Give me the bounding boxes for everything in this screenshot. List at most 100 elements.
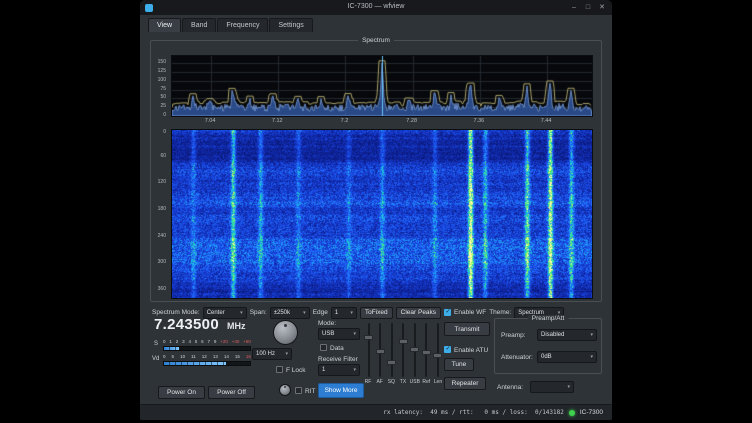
span-select[interactable]: ±250k ▾: [270, 307, 310, 319]
edge-select[interactable]: 1 ▾: [331, 307, 357, 319]
s-meter-scale: 012345679+20+40+60: [163, 339, 251, 344]
vd-meter-bar: [163, 361, 251, 366]
spectrum-y-axis: 1501251007550250: [151, 55, 169, 115]
gain-sliders: [364, 323, 442, 377]
tab-frequency[interactable]: Frequency: [217, 18, 268, 32]
receive-filter-select[interactable]: 1 ▾: [318, 364, 360, 376]
tick-label: 360: [158, 286, 166, 292]
attenuator-value: 0dB: [541, 354, 552, 360]
slider-col-tx[interactable]: [399, 323, 408, 377]
enable-wf-label: Enable WF: [454, 309, 486, 316]
attenuator-label: Attenuator:: [501, 354, 533, 361]
tab-view[interactable]: View: [148, 18, 181, 32]
tick-label: 16: [246, 354, 251, 359]
chevron-down-icon: ▾: [353, 331, 356, 337]
tick-label: 180: [158, 206, 166, 212]
enable-atu-checkbox[interactable]: [444, 346, 451, 353]
power-on-button[interactable]: Power On: [158, 386, 205, 399]
power-off-button[interactable]: Power Off: [208, 386, 255, 399]
slider-labels: RF AF SQ TX USB Ref Len: [363, 379, 443, 385]
repeater-button[interactable]: Repeater: [444, 377, 486, 390]
spectrum-plot-canvas[interactable]: [171, 55, 593, 117]
transmit-button[interactable]: Transmit: [444, 322, 490, 336]
preamp-select[interactable]: Disabled ▾: [537, 329, 597, 341]
slider-handle[interactable]: [399, 339, 408, 344]
tick-label: 1: [169, 339, 172, 344]
slider-col-af[interactable]: [376, 323, 385, 377]
slider-handle[interactable]: [364, 335, 373, 340]
slider-handle[interactable]: [433, 353, 442, 358]
rit-checkbox[interactable]: [295, 387, 302, 394]
tune-button[interactable]: Tune: [444, 358, 474, 371]
enable-wf-checkbox[interactable]: [444, 309, 451, 316]
slider-track: [368, 323, 370, 377]
maximize-button[interactable]: □: [584, 3, 592, 12]
spectrum-group: Spectrum 1501251007550250 7.047.127.27.2…: [150, 40, 602, 302]
slider-handle[interactable]: [410, 347, 419, 352]
s-meter-bar: [163, 346, 251, 351]
tab-settings[interactable]: Settings: [269, 18, 312, 32]
slider-handle[interactable]: [387, 360, 396, 365]
mode-select[interactable]: USB ▾: [318, 328, 360, 340]
slider-label-tx: TX: [398, 379, 408, 385]
slider-label-sq: SQ: [386, 379, 396, 385]
preamp-value: Disabled: [541, 332, 564, 338]
theme-label: Theme:: [489, 309, 511, 316]
slider-handle[interactable]: [376, 349, 385, 354]
slider-handle[interactable]: [422, 350, 431, 355]
slider-col-len[interactable]: [433, 323, 442, 377]
s-meter-label: S: [154, 341, 158, 347]
rit-knob[interactable]: [279, 384, 291, 396]
frequency-display[interactable]: 7.243500 MHz: [154, 316, 245, 333]
tofixed-button[interactable]: ToFixed: [360, 307, 393, 319]
app-window: IC-7300 — wfview – □ ✕ View Band Frequen…: [140, 0, 612, 420]
enable-atu-label: Enable ATU: [454, 347, 488, 354]
desktop-background: IC-7300 — wfview – □ ✕ View Band Frequen…: [0, 0, 752, 423]
slider-track: [402, 323, 404, 377]
tick-label: 150: [158, 59, 166, 65]
show-more-button[interactable]: Show More: [318, 383, 364, 398]
antenna-select[interactable]: ▾: [530, 381, 574, 393]
status-bar: rx latency: 49 ms / rtt: 0 ms / loss: 0/…: [140, 404, 612, 420]
tick-label: 5: [172, 354, 175, 359]
receive-filter-label: Receive Filter: [318, 356, 358, 363]
tick-label: +20: [220, 339, 228, 344]
vd-meter-fill: [164, 362, 226, 365]
span-value: ±250k: [274, 310, 290, 316]
slider-col-sq[interactable]: [387, 323, 396, 377]
tick-label: 7.12: [272, 118, 283, 124]
knob-indicator: [284, 386, 286, 388]
attenuator-select[interactable]: 0dB ▾: [537, 351, 597, 363]
slider-track: [391, 323, 393, 377]
slider-col-ref[interactable]: [422, 323, 431, 377]
chevron-down-icon: ▾: [350, 310, 353, 316]
tuning-knob[interactable]: [273, 320, 298, 345]
slider-col-rf[interactable]: [364, 323, 373, 377]
data-checkbox[interactable]: [320, 344, 327, 351]
titlebar[interactable]: IC-7300 — wfview – □ ✕: [140, 0, 612, 15]
vd-meter-scale: 0510111213141516: [163, 354, 251, 359]
window-controls: – □ ✕: [570, 3, 606, 12]
close-button[interactable]: ✕: [598, 3, 606, 12]
tick-label: 13: [213, 354, 218, 359]
frequency-value: 7.243500: [154, 316, 219, 333]
tuning-step-select[interactable]: 100 Hz ▾: [252, 348, 292, 360]
slider-track: [437, 323, 439, 377]
knob-indicator: [284, 324, 287, 327]
slider-label-af: AF: [375, 379, 385, 385]
tick-label: 0: [163, 129, 166, 135]
window-title: IC-7300 — wfview: [140, 3, 612, 10]
tick-label: 15: [235, 354, 240, 359]
tab-band[interactable]: Band: [182, 18, 216, 32]
preamp-label: Preamp:: [501, 332, 526, 339]
tick-label: +40: [232, 339, 240, 344]
tick-label: 3: [182, 339, 185, 344]
slider-col-usb[interactable]: [410, 323, 419, 377]
tick-label: 10: [180, 354, 185, 359]
slider-label-usb: USB: [410, 379, 420, 385]
waterfall-canvas[interactable]: [171, 129, 593, 299]
clear-peaks-button[interactable]: Clear Peaks: [396, 307, 441, 319]
flock-checkbox[interactable]: [276, 366, 283, 373]
minimize-button[interactable]: –: [570, 3, 578, 12]
tick-label: 4: [188, 339, 191, 344]
